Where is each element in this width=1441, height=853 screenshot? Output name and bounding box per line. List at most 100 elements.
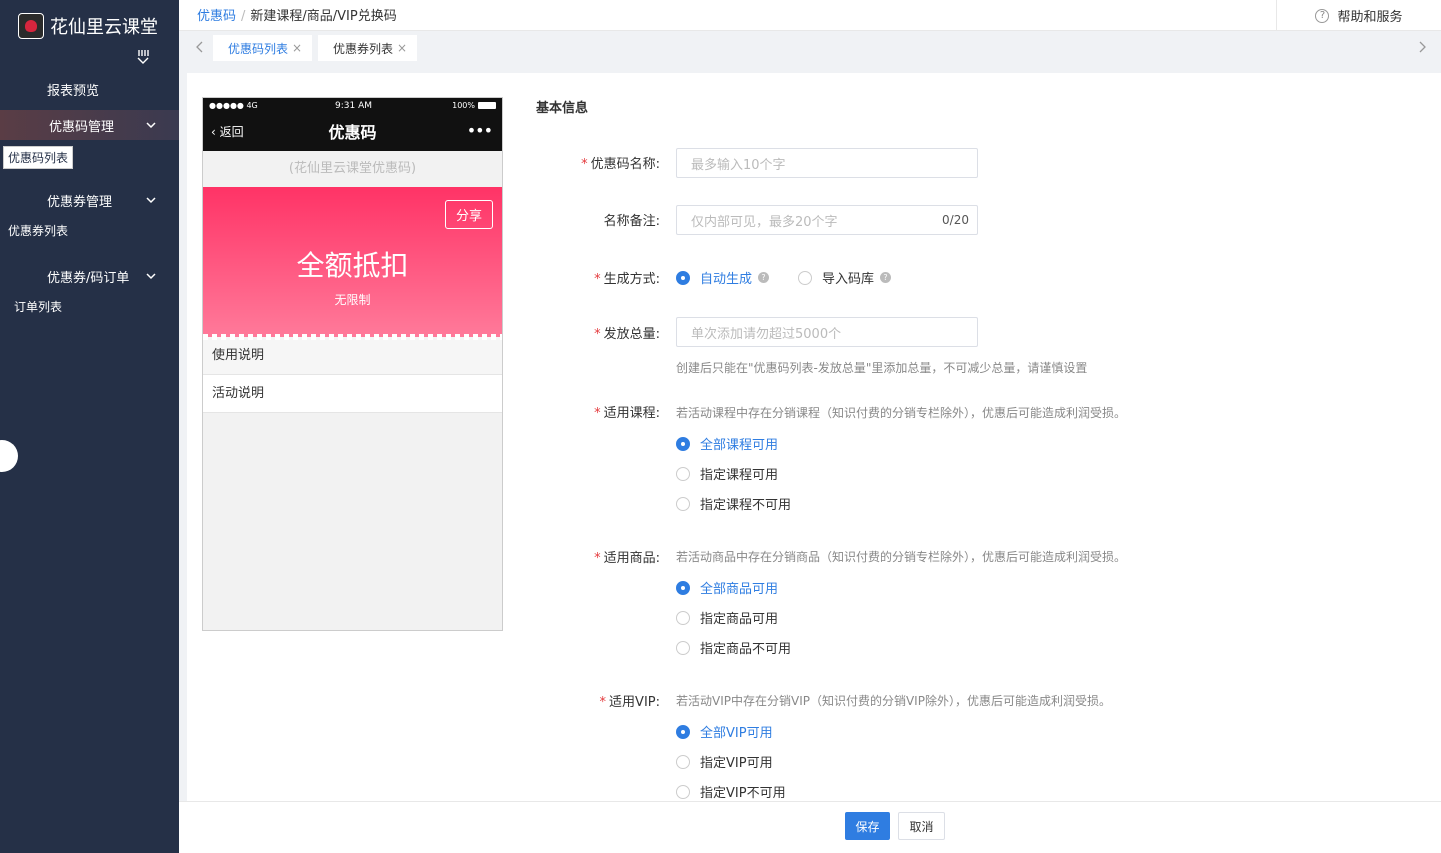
close-icon[interactable]: ×	[397, 41, 407, 55]
signal-indicator: ●●●●● 4G	[209, 101, 258, 110]
battery-label: 100%	[452, 101, 475, 110]
sidebar-item-label: 优惠券管理	[47, 194, 113, 210]
radio-dot	[676, 436, 690, 451]
footer-bar: 保存 取消	[179, 801, 1441, 853]
goods-hint: 若活动商品中存在分销商品（知识付费的分销专栏除外），优惠后可能造成利润受损。	[676, 550, 1127, 564]
required-mark: *	[594, 327, 601, 342]
radio-auto-generate[interactable]: 自动生成?	[676, 268, 770, 287]
radio-dot	[676, 754, 690, 769]
question-icon: ?	[1315, 8, 1330, 23]
breadcrumb: 优惠码 / 新建课程/商品/VIP兑换码	[197, 5, 397, 24]
radio-label: 指定课程不可用	[700, 498, 792, 513]
char-counter: 0/20	[942, 213, 969, 227]
radio-dot	[676, 724, 690, 739]
phone-usage-row: 使用说明	[203, 337, 502, 375]
question-icon[interactable]: ?	[880, 272, 892, 283]
course-hint: 若活动课程中存在分销课程（知识付费的分销专栏除外），优惠后可能造成利润受损。	[676, 406, 1127, 420]
cancel-button[interactable]: 取消	[898, 812, 945, 840]
tab-coupon-code-list[interactable]: 优惠码列表 ×	[213, 35, 313, 61]
vip-label: * 适用VIP:	[520, 691, 660, 710]
chevron-right-icon[interactable]	[1415, 39, 1429, 55]
chevron-down-icon	[146, 122, 156, 129]
total-hint: 创建后只能在"优惠码列表-发放总量"里添加总量，不可减少总量，请谨慎设置	[676, 361, 1088, 375]
question-icon[interactable]: ?	[758, 272, 770, 283]
placeholder: 仅内部可见，最多20个字	[691, 214, 838, 230]
required-mark: *	[581, 157, 588, 172]
radio-dot	[676, 610, 690, 625]
radio-label: 全部VIP可用	[700, 726, 773, 741]
phone-shop-hint: (花仙里云课堂优惠码)	[288, 161, 417, 176]
coupon-amount: 全额抵扣	[296, 249, 409, 282]
radio-label: 指定VIP不可用	[700, 786, 786, 801]
sidebar-item-label: 优惠券/码订单	[47, 270, 130, 286]
tab-label: 优惠券列表	[333, 41, 394, 56]
radio-dot	[676, 640, 690, 655]
phone-preview: ●●●●● 4G 9:31 AM 100% ‹ 返回 优惠码 ••• (花仙里云…	[202, 97, 503, 631]
phone-title: 优惠码	[328, 123, 377, 142]
radio-specified-vip[interactable]: 指定VIP可用	[676, 752, 773, 771]
main-panel: ●●●●● 4G 9:31 AM 100% ‹ 返回 优惠码 ••• (花仙里云…	[187, 73, 1441, 801]
help-button[interactable]: ? 帮助和服务	[1276, 0, 1441, 31]
radio-all-goods[interactable]: 全部商品可用	[676, 578, 778, 597]
coupon-name-input[interactable]: 最多输入10个字	[676, 148, 978, 178]
required-mark: *	[599, 695, 607, 710]
close-icon[interactable]: ×	[292, 41, 302, 55]
total-label-text: 发放总量:	[603, 327, 660, 342]
collapse-menu-icon[interactable]	[135, 48, 151, 66]
radio-excluded-courses[interactable]: 指定课程不可用	[676, 494, 791, 513]
name-label: * 优惠码名称:	[520, 153, 660, 172]
chevron-down-icon	[146, 273, 156, 280]
total-input[interactable]: 单次添加请勿超过5000个	[676, 317, 978, 347]
radio-all-vip[interactable]: 全部VIP可用	[676, 722, 773, 741]
goods-label: * 适用商品:	[520, 547, 660, 566]
radio-label: 指定商品可用	[700, 612, 779, 627]
radio-label: 指定VIP可用	[700, 756, 773, 771]
sidebar-item-voucher-list[interactable]: 优惠券列表	[8, 222, 68, 239]
radio-dot	[676, 270, 690, 285]
radio-all-courses[interactable]: 全部课程可用	[676, 434, 778, 453]
tabs-bar: 优惠码列表 × 优惠券列表 ×	[179, 31, 1441, 65]
section-title: 基本信息	[536, 101, 589, 116]
help-label: 帮助和服务	[1337, 10, 1403, 25]
gen-label-text: 生成方式:	[603, 272, 660, 287]
sidebar-item-coupon-code-management[interactable]: 优惠码管理	[0, 110, 179, 140]
radio-excluded-vip[interactable]: 指定VIP不可用	[676, 782, 786, 801]
vip-label-text: 适用VIP:	[609, 695, 660, 710]
goods-label-text: 适用商品:	[603, 551, 660, 566]
radio-dot	[676, 496, 690, 511]
sidebar-item-voucher-management[interactable]: 优惠券管理	[0, 185, 179, 215]
remark-input[interactable]: 仅内部可见，最多20个字 0/20	[676, 205, 978, 235]
radio-label: 全部课程可用	[700, 438, 779, 453]
sidebar-item-coupon-code-list[interactable]: 优惠码列表	[3, 146, 74, 169]
placeholder: 最多输入10个字	[691, 157, 786, 173]
save-button[interactable]: 保存	[845, 812, 890, 840]
breadcrumb-link-coupon[interactable]: 优惠码	[197, 9, 236, 24]
phone-status-bar: ●●●●● 4G 9:31 AM 100% ‹ 返回 优惠码 •••	[203, 98, 502, 151]
radio-specified-goods[interactable]: 指定商品可用	[676, 608, 778, 627]
card-edge	[203, 334, 502, 340]
chevron-left-icon[interactable]	[193, 39, 207, 55]
radio-excluded-goods[interactable]: 指定商品不可用	[676, 638, 791, 657]
tab-voucher-list[interactable]: 优惠券列表 ×	[318, 35, 418, 61]
breadcrumb-separator: /	[241, 9, 246, 24]
brand[interactable]: 花仙里云课堂	[18, 13, 158, 39]
sidebar-item-orders[interactable]: 优惠券/码订单	[0, 261, 179, 291]
gen-label: * 生成方式:	[520, 268, 660, 287]
chevron-down-icon	[146, 197, 156, 204]
brand-name: 花仙里云课堂	[50, 17, 158, 38]
sidebar-item-order-list[interactable]: 订单列表	[14, 298, 62, 315]
sidebar-item-report-preview[interactable]: 报表预览	[0, 74, 179, 104]
phone-time: 9:31 AM	[335, 101, 372, 111]
radio-label: 自动生成	[700, 272, 753, 287]
total-label: * 发放总量:	[520, 323, 660, 342]
share-button: 分享	[444, 200, 493, 229]
radio-dot	[676, 466, 690, 481]
radio-dot	[676, 580, 690, 595]
radio-dot	[798, 270, 812, 285]
header: 优惠码 / 新建课程/商品/VIP兑换码 ? 帮助和服务	[179, 0, 1441, 31]
floating-handle[interactable]	[0, 440, 18, 472]
radio-specified-courses[interactable]: 指定课程可用	[676, 464, 778, 483]
radio-import-codes[interactable]: 导入码库?	[798, 268, 892, 287]
battery-indicator: 100%	[452, 101, 496, 110]
coupon-card: 分享 全额抵扣 无限制	[203, 187, 502, 340]
